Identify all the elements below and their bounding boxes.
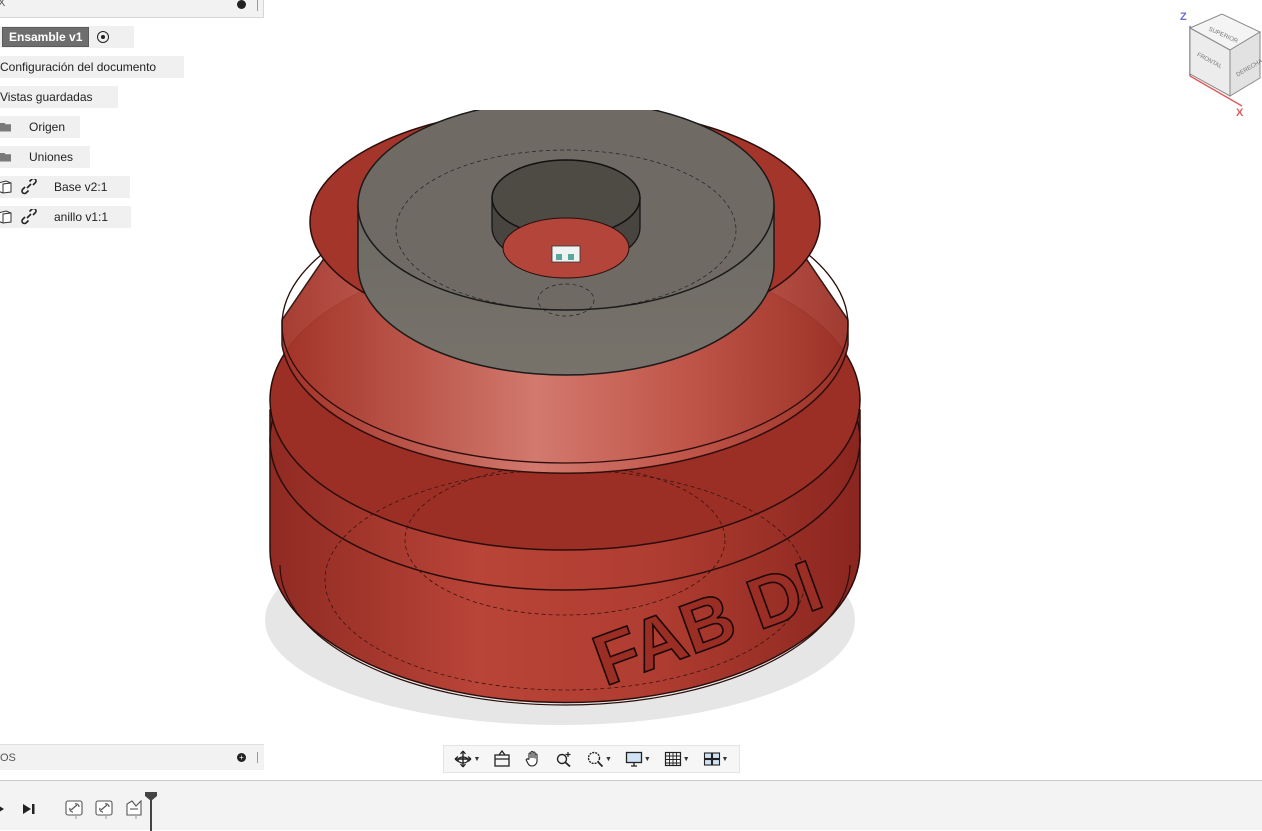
- browser-item-origin[interactable]: Origen: [0, 116, 80, 138]
- model-viewport-render[interactable]: FAB DI: [250, 110, 880, 730]
- browser-item-named-views[interactable]: Vistas guardadas: [0, 86, 118, 108]
- comments-panel: OS +: [0, 744, 264, 770]
- navigation-toolbar: ▼ ▼ ▼ ▼ ▼: [443, 745, 740, 773]
- browser-item-label: Base v2:1: [54, 180, 108, 194]
- timeline-bar: [0, 780, 1262, 831]
- browser-item-joints[interactable]: Uniones: [0, 146, 90, 168]
- collapse-icon[interactable]: [237, 0, 246, 9]
- look-at-tool[interactable]: [493, 750, 511, 768]
- connector-pin: [568, 254, 574, 260]
- chevron-down-icon[interactable]: ▼: [473, 756, 480, 763]
- browser-item-label: Uniones: [29, 150, 74, 164]
- comments-title: OS: [0, 752, 16, 764]
- add-comment-icon[interactable]: +: [237, 753, 246, 762]
- grid-icon: [664, 751, 681, 767]
- browser-item-base[interactable]: Base v2:1: [0, 176, 130, 198]
- display-settings-tool[interactable]: ▼: [625, 750, 651, 768]
- zoom-window-icon: [587, 751, 604, 768]
- connector-pin: [556, 254, 562, 260]
- zoom-tool[interactable]: [555, 750, 573, 768]
- browser-header: X: [0, 0, 264, 18]
- folder-icon: [0, 122, 11, 132]
- component-icon: [0, 180, 12, 194]
- timeline-joint-icon[interactable]: [64, 797, 86, 819]
- pan-tool[interactable]: [524, 750, 542, 768]
- link-icon[interactable]: [20, 209, 38, 225]
- play-icon[interactable]: [0, 803, 6, 815]
- browser-item-label: Configuración del documento: [0, 60, 157, 74]
- chevron-down-icon[interactable]: ▼: [722, 756, 729, 763]
- browser-item-ring[interactable]: anillo v1:1: [0, 206, 131, 228]
- orbit-tool[interactable]: ▼: [454, 750, 480, 768]
- grid-settings-tool[interactable]: ▼: [664, 750, 690, 768]
- timeline-component-icon[interactable]: [124, 797, 146, 819]
- link-icon[interactable]: [20, 179, 38, 195]
- browser-item-label: Vistas guardadas: [0, 90, 93, 104]
- browser-item-label: Origen: [29, 120, 66, 134]
- timeline-marker-handle[interactable]: [144, 791, 158, 831]
- viewcube[interactable]: Z X SUPERIOR FRONTAL DERECHA: [1178, 6, 1262, 118]
- panel-grip-handle[interactable]: [257, 752, 260, 763]
- pan-hand-icon: [525, 750, 538, 767]
- chevron-down-icon[interactable]: ▼: [683, 756, 690, 763]
- browser-item-document-settings[interactable]: Configuración del documento: [0, 56, 184, 78]
- look-at-icon: [494, 750, 510, 767]
- viewports-icon: [703, 752, 720, 766]
- timeline-joint-icon[interactable]: [94, 797, 116, 819]
- browser-item-label: anillo v1:1: [54, 210, 109, 224]
- zoom-icon: [556, 752, 571, 768]
- display-monitor-icon: [625, 751, 643, 767]
- viewports-tool[interactable]: ▼: [703, 750, 729, 768]
- folder-icon: [0, 152, 11, 162]
- root-component-label: Ensamble v1: [2, 27, 90, 47]
- browser-root-item[interactable]: Ensamble v1: [0, 26, 134, 48]
- orbit-icon: [455, 750, 472, 768]
- activate-radio-icon[interactable]: [97, 31, 110, 43]
- fit-tool[interactable]: ▼: [586, 750, 612, 768]
- panel-grip-handle[interactable]: [257, 0, 260, 11]
- chevron-down-icon[interactable]: ▼: [644, 756, 651, 763]
- chevron-down-icon[interactable]: ▼: [605, 756, 612, 763]
- axis-x-label: X: [1236, 107, 1244, 118]
- axis-z-label: Z: [1180, 11, 1187, 23]
- skip-to-end-icon[interactable]: [22, 803, 36, 815]
- component-icon: [0, 210, 12, 224]
- browser-title: X: [0, 0, 6, 9]
